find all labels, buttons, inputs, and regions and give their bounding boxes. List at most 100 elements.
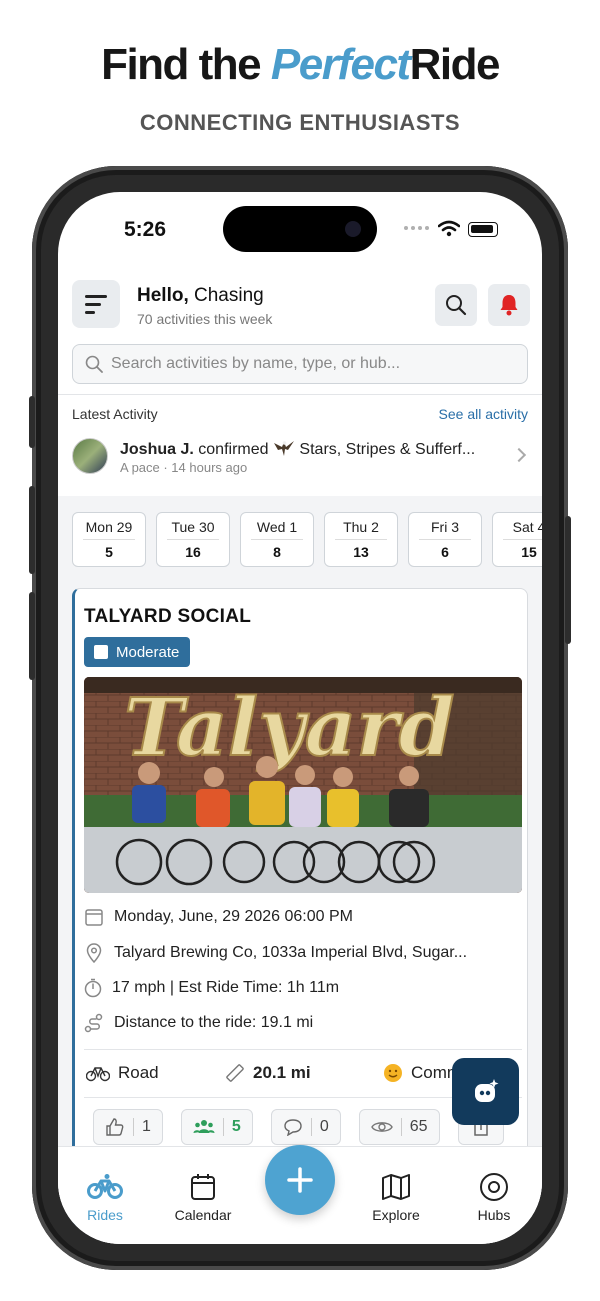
ride-distance-to: Distance to the ride: 19.1 mi (114, 1014, 314, 1031)
ride-length-stat: 20.1 mi (225, 1063, 311, 1083)
people-icon (193, 1120, 215, 1133)
greeting-hello: Hello, (137, 285, 189, 306)
latest-activity-label: Latest Activity (72, 406, 158, 422)
photo-sign-text: Talyard (124, 680, 455, 774)
like-count: 1 (142, 1118, 151, 1135)
dynamic-island (223, 206, 377, 252)
map-icon (382, 1174, 410, 1200)
ai-assistant-button[interactable] (452, 1058, 519, 1125)
avatar (72, 438, 108, 474)
ride-location-row[interactable]: Talyard Brewing Co, 1033a Imperial Blvd,… (84, 943, 467, 963)
day-tab[interactable]: Sat 4 15 (492, 512, 542, 567)
tab-explore[interactable]: Explore (356, 1171, 436, 1223)
search-icon (446, 295, 467, 316)
day-selector: Mon 29 5 Tue 30 16 Wed 18 Thu 2 13 Fri 36 S… (72, 512, 542, 567)
ruler-icon (226, 1064, 244, 1082)
battery-icon (468, 222, 498, 237)
ride-card[interactable]: TALYARD SOCIAL Moderate Talyard Monday, … (72, 588, 528, 1228)
search-button[interactable] (435, 284, 477, 326)
card-divider (84, 1049, 522, 1050)
app-screen: 5:26 Hello, Chasing 70 activities this w… (58, 192, 542, 1244)
chevron-right-icon[interactable] (511, 447, 527, 463)
smiley-icon (384, 1064, 402, 1082)
activity-user: Joshua J. (120, 441, 194, 458)
see-all-activity-link[interactable]: See all activity (439, 406, 528, 422)
headline-post: Ride (409, 40, 501, 89)
header-divider (58, 394, 542, 395)
day-tab[interactable]: Fri 36 (408, 512, 482, 567)
view-count: 65 (409, 1118, 428, 1135)
bicycle-icon (87, 1174, 123, 1199)
tab-bar: Rides Calendar Explore Hubs (58, 1145, 542, 1244)
status-bar: 5:26 (58, 192, 542, 266)
greeting: Hello, Chasing (137, 285, 264, 307)
ride-location: Talyard Brewing Co, 1033a Imperial Blvd,… (114, 944, 468, 961)
tab-calendar[interactable]: Calendar (163, 1171, 243, 1223)
ride-photo[interactable]: Talyard (84, 677, 522, 893)
calendar-icon (191, 1174, 215, 1200)
ride-community-stat: Comm (383, 1063, 461, 1083)
headline-pre: Find the (101, 40, 262, 89)
plus-icon (287, 1167, 313, 1193)
search-placeholder: Search activities by name, type, or hub.… (111, 355, 401, 372)
activity-count: 70 activities this week (137, 311, 273, 327)
views-button[interactable]: 65 (358, 1109, 440, 1145)
latest-activity-item[interactable]: Joshua J. confirmed Stars, Stripes & Suf… (120, 439, 475, 459)
volume-down-button (29, 592, 35, 680)
tab-hubs[interactable]: Hubs (454, 1171, 534, 1223)
day-tab[interactable]: Tue 30 16 (156, 512, 230, 567)
day-tab[interactable]: Thu 2 13 (324, 512, 398, 567)
action-row: 1 5 0 65 (93, 1109, 504, 1145)
status-time: 5:26 (124, 218, 167, 241)
level-square-icon (94, 645, 108, 659)
comment-icon (284, 1119, 302, 1136)
activity-action: confirmed (198, 441, 269, 458)
tab-explore-label: Explore (372, 1207, 420, 1223)
bicycle-icon (86, 1067, 110, 1082)
marketing-headline: Find the PerfectRide (0, 40, 600, 90)
ride-type-stat: Road (86, 1063, 159, 1083)
search-field-icon (85, 355, 103, 373)
tab-rides-label: Rides (87, 1207, 123, 1223)
attendees-button[interactable]: 5 (180, 1109, 253, 1145)
notifications-button[interactable] (488, 284, 530, 326)
bell-icon (500, 295, 518, 316)
day-tab[interactable]: Wed 18 (240, 512, 314, 567)
thumbs-up-icon (106, 1118, 124, 1136)
speedometer-icon (84, 978, 102, 998)
headline-accent: Perfect (270, 40, 411, 89)
ride-type: Road (118, 1063, 159, 1082)
bot-sparkle-icon (474, 1078, 498, 1102)
level-label: Moderate (116, 643, 180, 661)
greeting-name: Chasing (194, 285, 264, 306)
comments-button[interactable]: 0 (270, 1109, 341, 1145)
tab-calendar-label: Calendar (174, 1207, 232, 1223)
comment-count: 0 (319, 1118, 329, 1135)
ride-speed-row: 17 mph | Est Ride Time: 1h 11m (84, 978, 339, 998)
like-button[interactable]: 1 (93, 1109, 163, 1145)
menu-button[interactable] (72, 280, 120, 328)
attendee-count: 5 (231, 1118, 241, 1135)
signal-icon (404, 226, 429, 230)
marketing-subheadline: CONNECTING ENTHUSIASTS (139, 110, 461, 135)
volume-up-button (29, 486, 35, 574)
wifi-icon (438, 220, 460, 237)
ride-length: 20.1 mi (253, 1063, 311, 1082)
activity-meta: A pace · 14 hours ago (120, 460, 248, 475)
eagle-icon (273, 441, 294, 456)
tab-rides[interactable]: Rides (65, 1171, 145, 1223)
ride-distance-row: Distance to the ride: 19.1 mi (84, 1013, 313, 1033)
day-tab[interactable]: Mon 29 5 (72, 512, 146, 567)
search-input[interactable]: Search activities by name, type, or hub.… (72, 344, 528, 384)
hub-icon (480, 1173, 508, 1201)
ride-date: Monday, June, 29 2026 06:00 PM (114, 908, 353, 925)
power-button (565, 516, 571, 644)
create-ride-button[interactable] (265, 1145, 335, 1215)
tab-hubs-label: Hubs (477, 1207, 511, 1223)
eye-icon (370, 1122, 393, 1132)
mute-switch (29, 396, 35, 448)
activity-event: Stars, Stripes & Sufferf... (299, 441, 476, 458)
level-badge: Moderate (84, 637, 191, 667)
ride-photo-image: Talyard (84, 677, 522, 893)
route-icon (84, 1013, 103, 1033)
